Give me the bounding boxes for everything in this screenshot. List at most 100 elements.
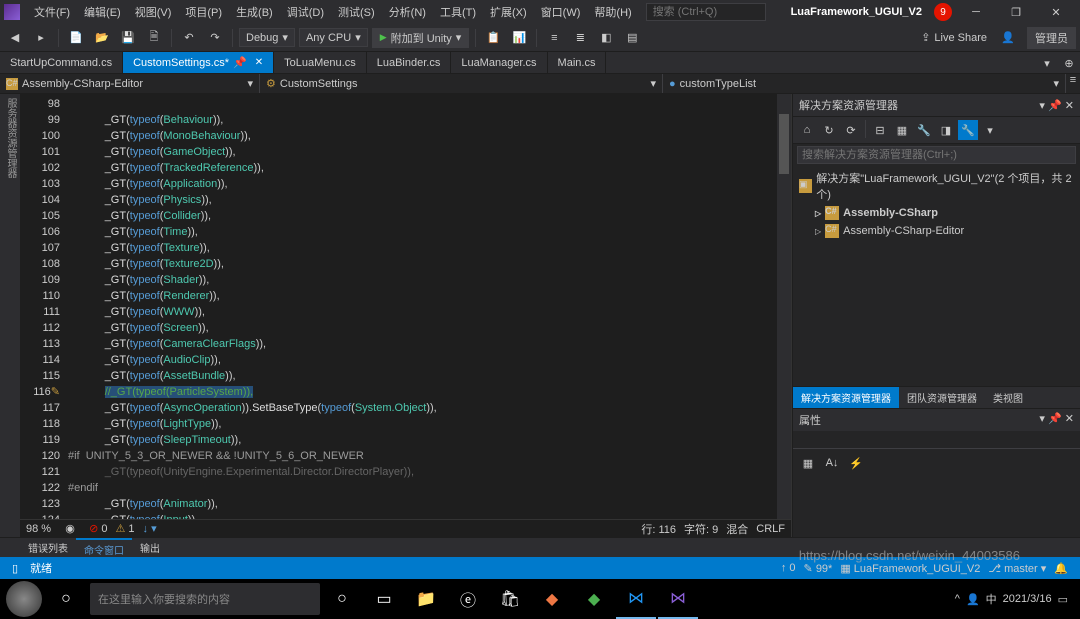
- maximize-button[interactable]: ❐: [996, 0, 1036, 24]
- solution-root[interactable]: ▣解决方案"LuaFramework_UGUI_V2"(2 个项目，共 2 个): [797, 168, 1076, 204]
- tray-people-icon[interactable]: 👤: [966, 593, 980, 606]
- error-count[interactable]: ⊘ 0: [89, 522, 107, 535]
- tab-customsettings[interactable]: CustomSettings.cs*📌✕: [123, 52, 274, 73]
- save-button[interactable]: 💾: [117, 27, 139, 49]
- tool-icon[interactable]: ▤: [621, 27, 643, 49]
- pin-icon[interactable]: 📌: [1048, 413, 1062, 425]
- tab-error-list[interactable]: 错误列表: [20, 538, 76, 557]
- close-icon[interactable]: ✕: [255, 57, 263, 68]
- tab-luamanager[interactable]: LuaManager.cs: [451, 52, 547, 73]
- indent-mode[interactable]: 混合: [726, 521, 748, 537]
- tray-ime-icon[interactable]: 中: [986, 591, 997, 607]
- sort-icon[interactable]: A↓: [821, 452, 843, 474]
- minimize-button[interactable]: ─: [956, 0, 996, 24]
- nav-fwd-button[interactable]: ▸: [30, 27, 52, 49]
- code-editor[interactable]: 9899100101102103104105106107108109110111…: [20, 94, 792, 537]
- menu-analyze[interactable]: 分析(N): [383, 0, 432, 24]
- filter-icon[interactable]: ▾: [980, 120, 1000, 140]
- menu-build[interactable]: 生成(B): [230, 0, 279, 24]
- save-all-button[interactable]: 🗎: [143, 27, 165, 49]
- expand-icon[interactable]: ▷: [815, 227, 821, 236]
- system-tray[interactable]: ^ 👤 中 2021/3/16 ▭: [955, 591, 1076, 607]
- sync-icon[interactable]: ⟳: [841, 120, 861, 140]
- redo-button[interactable]: ↷: [204, 27, 226, 49]
- store-icon[interactable]: 🛍: [490, 579, 530, 619]
- search-icon[interactable]: ○: [46, 579, 86, 619]
- tool-icon[interactable]: ◧: [595, 27, 617, 49]
- tray-date[interactable]: 2021/3/16: [1003, 593, 1052, 605]
- zoom-percent[interactable]: 98 %: [26, 523, 51, 535]
- tab-luabinder[interactable]: LuaBinder.cs: [367, 52, 452, 73]
- dropdown-icon[interactable]: ▾: [1039, 100, 1045, 112]
- open-file-button[interactable]: 📂: [91, 27, 113, 49]
- notification-badge[interactable]: 9: [934, 3, 952, 21]
- account-icon[interactable]: 👤: [997, 27, 1019, 49]
- tab-startupcommand[interactable]: StartUpCommand.cs: [0, 52, 123, 73]
- edge-icon[interactable]: ⓔ: [448, 579, 488, 619]
- avatar-icon[interactable]: [4, 579, 44, 619]
- expand-icon[interactable]: ▷: [815, 209, 821, 218]
- home-icon[interactable]: ⌂: [797, 120, 817, 140]
- platform-dropdown[interactable]: Any CPU▾: [299, 28, 368, 47]
- tab-class-view[interactable]: 类视图: [985, 387, 1031, 408]
- tray-up-icon[interactable]: ^: [955, 593, 960, 605]
- tab-solution-explorer[interactable]: 解决方案资源管理器: [793, 387, 899, 408]
- close-icon[interactable]: ✕: [1065, 413, 1074, 425]
- code-content[interactable]: _GT(typeof(Behaviour)), _GT(typeof(MonoB…: [68, 94, 791, 537]
- tool-icon[interactable]: 📋: [482, 27, 504, 49]
- tool-icon[interactable]: ≡: [543, 27, 565, 49]
- explorer-icon[interactable]: 📁: [406, 579, 446, 619]
- nav-project-dropdown[interactable]: C#Assembly-CSharp-Editor▾: [0, 74, 260, 93]
- menu-test[interactable]: 测试(S): [332, 0, 381, 24]
- split-icon[interactable]: ≡: [1066, 74, 1080, 93]
- taskview-icon[interactable]: ▭: [364, 579, 404, 619]
- vertical-scrollbar[interactable]: [777, 94, 791, 519]
- menu-file[interactable]: 文件(F): [28, 0, 76, 24]
- no-issues-icon[interactable]: ◉: [59, 518, 81, 538]
- pin-icon[interactable]: 📌: [233, 56, 247, 69]
- cortana-icon[interactable]: ○: [322, 579, 362, 619]
- git-branch[interactable]: ⎇ master ▾: [988, 562, 1046, 575]
- properties-icon[interactable]: 🔧: [914, 120, 934, 140]
- preview-icon[interactable]: ◨: [936, 120, 956, 140]
- app-icon[interactable]: ◆: [532, 579, 572, 619]
- tool-icon[interactable]: 📊: [508, 27, 530, 49]
- run-button[interactable]: 附加到 Unity▾: [372, 28, 470, 48]
- collapse-icon[interactable]: ⊟: [870, 120, 890, 140]
- categorize-icon[interactable]: ▦: [797, 452, 819, 474]
- app-icon[interactable]: ◆: [574, 579, 614, 619]
- warning-count[interactable]: ⚠ 1: [115, 522, 134, 535]
- nav-class-dropdown[interactable]: ⚙CustomSettings▾: [260, 74, 663, 93]
- nav-indicator[interactable]: ↓ ▾: [143, 522, 157, 535]
- vs-icon[interactable]: ⋈: [658, 579, 698, 619]
- undo-button[interactable]: ↶: [178, 27, 200, 49]
- tab-command-window[interactable]: 命令窗口: [76, 538, 132, 557]
- show-all-icon[interactable]: ▦: [892, 120, 912, 140]
- solution-search-input[interactable]: [797, 146, 1076, 164]
- view-mode-icon[interactable]: 🔧: [958, 120, 978, 140]
- project-assembly-csharp-editor[interactable]: ▷C#Assembly-CSharp-Editor: [797, 222, 1076, 240]
- menu-project[interactable]: 项目(P): [179, 0, 228, 24]
- nav-back-button[interactable]: ◀: [4, 27, 26, 49]
- tab-expand-icon[interactable]: ⊕: [1058, 52, 1080, 74]
- git-pending[interactable]: ✎ 99*: [804, 562, 833, 575]
- taskbar-search-input[interactable]: 在这里输入你要搜索的内容: [90, 583, 320, 615]
- vscode-icon[interactable]: ⋈: [616, 579, 656, 619]
- menu-view[interactable]: 视图(V): [129, 0, 178, 24]
- new-file-button[interactable]: 📄: [65, 27, 87, 49]
- tool-icon[interactable]: ≣: [569, 27, 591, 49]
- menu-help[interactable]: 帮助(H): [588, 0, 637, 24]
- tab-toluamenu[interactable]: ToLuaMenu.cs: [274, 52, 367, 73]
- scroll-thumb[interactable]: [779, 114, 789, 174]
- menu-edit[interactable]: 编辑(E): [78, 0, 127, 24]
- title-search-input[interactable]: [646, 3, 766, 21]
- notifications-icon[interactable]: 🔔: [1054, 562, 1068, 575]
- events-icon[interactable]: ⚡: [845, 452, 867, 474]
- menu-window[interactable]: 窗口(W): [535, 0, 587, 24]
- line-ending[interactable]: CRLF: [756, 523, 785, 535]
- tab-output[interactable]: 输出: [132, 538, 168, 557]
- git-repo[interactable]: ▦ LuaFramework_UGUI_V2: [840, 562, 980, 575]
- refresh-icon[interactable]: ↻: [819, 120, 839, 140]
- solution-tree[interactable]: ▣解决方案"LuaFramework_UGUI_V2"(2 个项目，共 2 个)…: [793, 166, 1080, 386]
- pin-icon[interactable]: 📌: [1048, 100, 1062, 112]
